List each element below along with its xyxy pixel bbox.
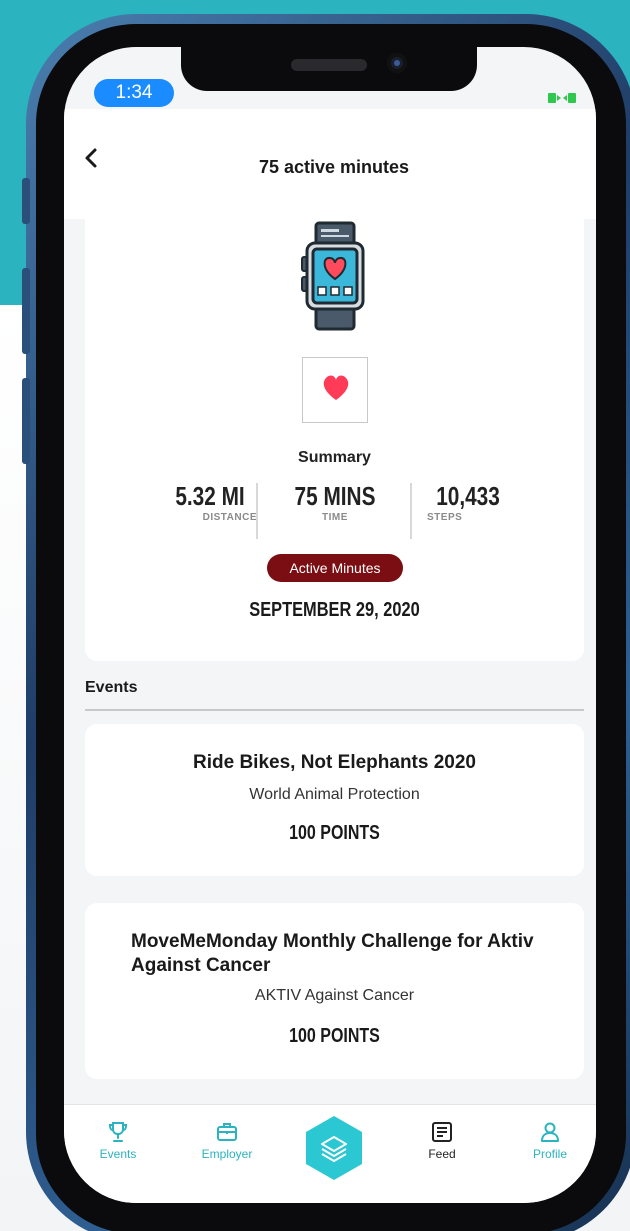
feed-icon <box>432 1122 452 1142</box>
phone-notch <box>181 47 477 91</box>
stat-steps: 10,433 STEPS <box>418 481 518 523</box>
event-title: MoveMeMonday Monthly Challenge for Aktiv… <box>131 931 534 976</box>
battery-icon <box>548 93 576 103</box>
summary-title: Summary <box>298 449 371 466</box>
phone-volume-up <box>22 268 30 354</box>
app-screen: 1:34 75 active minutes Summary 5.32 MI D… <box>64 47 596 1203</box>
event-card[interactable]: Ride Bikes, Not Elephants 2020 World Ani… <box>85 724 584 876</box>
stat-divider <box>256 483 258 539</box>
front-camera <box>387 53 407 73</box>
event-card[interactable]: MoveMeMonday Monthly Challenge for Aktiv… <box>85 903 584 1079</box>
page-title: 75 active minutes <box>258 157 410 177</box>
events-section-title: Events <box>85 679 138 696</box>
section-divider <box>85 709 584 711</box>
tab-employer-label: Employer <box>201 1147 253 1161</box>
summary-card: Summary 5.32 MI DISTANCE 75 MINS TIME 10… <box>85 209 584 661</box>
stat-steps-label: STEPS <box>427 512 463 523</box>
content-scroll[interactable]: Summary 5.32 MI DISTANCE 75 MINS TIME 10… <box>64 209 596 1104</box>
event-points: 100 POINTS <box>289 822 380 844</box>
stat-distance-label: DISTANCE <box>202 512 257 523</box>
activity-date: SEPTEMBER 29, 2020 <box>249 599 420 621</box>
event-title: Ride Bikes, Not Elephants 2020 <box>193 752 476 773</box>
layers-icon[interactable] <box>304 1115 364 1181</box>
health-app-badge <box>302 357 368 423</box>
activity-type-badge: Active Minutes <box>267 554 403 582</box>
event-organization: World Animal Protection <box>249 786 420 803</box>
tab-feed-label: Feed <box>428 1147 456 1161</box>
stat-time: 75 MINS TIME <box>275 481 395 523</box>
smartwatch-icon <box>301 221 365 331</box>
tab-profile-label: Profile <box>532 1147 567 1161</box>
profile-icon <box>541 1122 559 1142</box>
event-organization: AKTIV Against Cancer <box>254 987 415 1004</box>
tab-events[interactable]: Events <box>73 1121 163 1161</box>
phone-mute-switch <box>22 178 30 224</box>
stat-divider <box>410 483 412 539</box>
trophy-icon <box>108 1122 128 1142</box>
tab-profile[interactable]: Profile <box>505 1121 595 1161</box>
event-points: 100 POINTS <box>289 1025 380 1047</box>
tab-events-label: Events <box>99 1147 137 1161</box>
heart-icon <box>323 375 349 400</box>
tab-feed[interactable]: Feed <box>397 1121 487 1161</box>
briefcase-icon <box>217 1123 237 1141</box>
status-time: 1:34 <box>94 79 174 107</box>
stat-time-label: TIME <box>322 512 348 523</box>
stat-distance-value: 5.32 MI <box>175 481 245 511</box>
phone-volume-down <box>22 378 30 464</box>
stat-steps-value: 10,433 <box>436 481 500 511</box>
bottom-tab-bar: Events Employer Feed Profile <box>64 1104 596 1203</box>
speaker-grille <box>291 59 367 71</box>
stat-time-value: 75 MINS <box>294 481 376 511</box>
stat-distance: 5.32 MI DISTANCE <box>155 481 265 523</box>
tab-employer[interactable]: Employer <box>182 1121 272 1161</box>
